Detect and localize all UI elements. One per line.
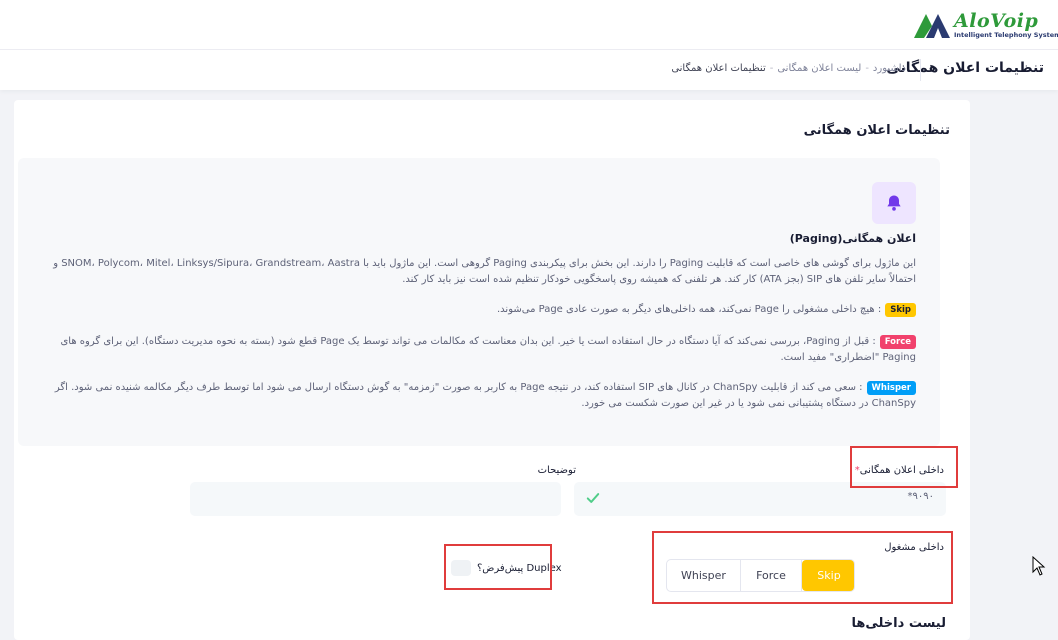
page-title: تنظیمات اعلان همگانی	[886, 60, 1044, 76]
top-bar: AloVoip Intelligent Telephony System	[0, 0, 1058, 50]
info-paragraph: این ماژول برای گوشی های خاصی است که قابل…	[53, 258, 916, 285]
skip-badge: Skip	[885, 303, 916, 317]
breadcrumb-dashboard[interactable]: داشبورد	[873, 63, 906, 74]
title-divider	[920, 59, 921, 81]
extension-value: ۹۰۹۰*	[907, 491, 934, 502]
logo-mark-icon	[914, 14, 950, 38]
brand-name: AloVoip	[954, 10, 1039, 32]
brand-logo[interactable]: AloVoip Intelligent Telephony System	[912, 10, 1058, 42]
force-text: : قبل از Paging، بررسی نمی‌کند که آیا دس…	[60, 336, 916, 363]
bell-icon-wrap	[872, 182, 916, 224]
description-input[interactable]	[190, 482, 561, 516]
description-label: توضیحات	[537, 465, 576, 476]
paging-extension-label: داخلی اعلان همگانی*	[852, 465, 944, 476]
skip-description: Skip: هیچ داخلی مشغولی را Page نمی‌کند، …	[26, 302, 916, 318]
breadcrumb-separator: -	[769, 63, 774, 74]
whisper-badge: Whisper	[866, 381, 916, 395]
force-badge: Force	[879, 335, 916, 349]
mouse-cursor-icon	[1032, 556, 1046, 576]
brand-tagline: Intelligent Telephony System	[954, 31, 1058, 39]
breadcrumb-separator: -	[865, 63, 869, 74]
breadcrumb: داشبورد-لیست اعلان همگانی-تنظیمات اعلان …	[671, 63, 906, 74]
duplex-label: Duplex پیش‌فرض؟	[477, 562, 562, 574]
whisper-text: : سعی می کند از قابلیت ChanSpy در کانال …	[54, 382, 916, 409]
force-description: Force: قبل از Paging، بررسی نمی‌کند که آ…	[26, 334, 916, 366]
sub-header: تنظیمات اعلان همگانی داشبورد-لیست اعلان …	[0, 50, 1058, 90]
busy-option-whisper[interactable]: Whisper	[667, 560, 741, 591]
breadcrumb-current: تنظیمات اعلان همگانی	[671, 63, 766, 74]
settings-card: تنظیمات اعلان همگانی اعلان همگانی(Paging…	[14, 100, 970, 640]
skip-text: : هیچ داخلی مشغولی را Page نمی‌کند، همه …	[496, 304, 882, 315]
bell-icon	[887, 195, 901, 211]
busy-extension-label: داخلی مشغول	[884, 542, 944, 553]
busy-mode-group: Whisper Force Skip	[666, 559, 855, 592]
extensions-list-title: لیست داخلی‌ها	[851, 616, 946, 631]
duplex-toggle[interactable]	[451, 560, 471, 576]
paging-extension-input[interactable]: ۹۰۹۰*	[574, 482, 946, 516]
extension-label-text: داخلی اعلان همگانی	[859, 465, 944, 476]
check-icon	[586, 493, 600, 503]
duplex-row: Duplex پیش‌فرض؟	[451, 560, 562, 576]
busy-option-force[interactable]: Force	[741, 560, 802, 591]
paging-info-box: اعلان همگانی(Paging) این ماژول برای گوشی…	[18, 158, 940, 446]
busy-option-skip[interactable]: Skip	[802, 560, 854, 591]
card-title: تنظیمات اعلان همگانی	[803, 123, 950, 138]
whisper-description: Whisper: سعی می کند از قابلیت ChanSpy در…	[26, 380, 916, 412]
info-heading: اعلان همگانی(Paging)	[789, 232, 916, 245]
breadcrumb-paging-list[interactable]: لیست اعلان همگانی	[777, 63, 861, 74]
